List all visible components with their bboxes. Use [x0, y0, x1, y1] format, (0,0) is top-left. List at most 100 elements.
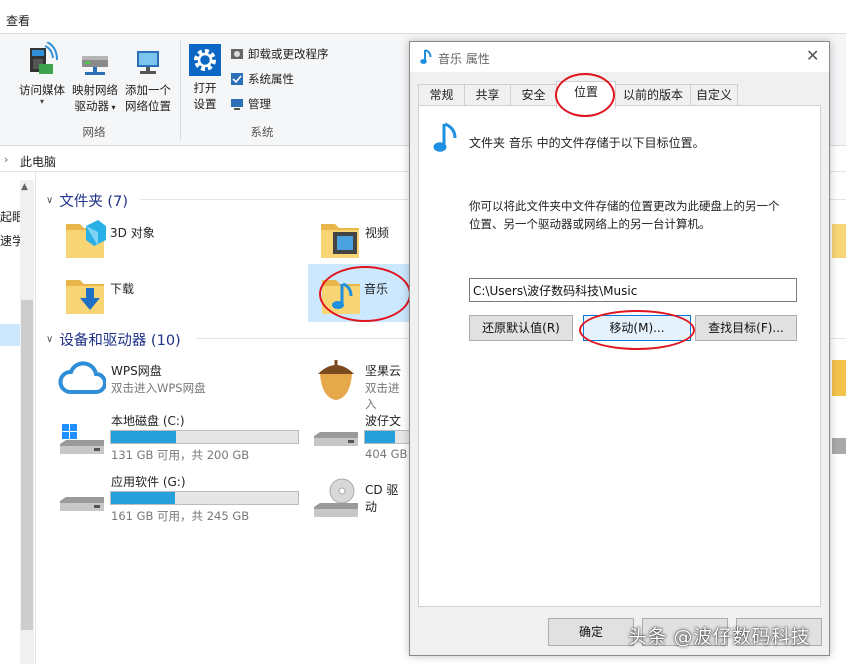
system-properties-label: 系统属性: [248, 72, 294, 86]
dialog-title: 音乐 属性: [438, 52, 490, 66]
system-properties-button[interactable]: 系统属性: [230, 71, 294, 87]
drive-g-usage-bar: [110, 491, 299, 505]
devices-section-header[interactable]: ∨ 设备和驱动器 (10): [46, 329, 181, 350]
ok-button[interactable]: 确定: [548, 618, 634, 646]
music-note-icon: [420, 49, 432, 64]
drive-bozai[interactable]: 波仔文档 404 GB: [310, 410, 424, 464]
network-location-icon: [137, 51, 159, 74]
network-group-label: 网络: [82, 125, 106, 139]
3d-objects-folder-icon: [66, 220, 106, 258]
uninstall-program-button[interactable]: 卸载或更改程序: [230, 46, 329, 62]
hard-drive-icon: [314, 432, 358, 446]
chevron-right-icon: ›: [4, 153, 9, 166]
folder-label: 3D 对象: [110, 226, 155, 240]
folders-section-header[interactable]: ∨ 文件夹 (7): [46, 190, 128, 211]
chevron-down-icon: ▾: [39, 97, 44, 106]
tab-sharing[interactable]: 共享: [464, 84, 511, 107]
tab-security[interactable]: 安全: [510, 84, 557, 107]
map-drive-label-1: 映射网络: [72, 83, 118, 97]
drive-sub: 404 GB: [365, 447, 408, 461]
uninstall-label: 卸载或更改程序: [248, 47, 329, 61]
dialog-titlebar[interactable]: 音乐 属性 ✕: [410, 42, 829, 72]
drive-c-usage-bar: [110, 430, 299, 444]
jianguo-cloud-drive[interactable]: 坚果云 双击进入: [310, 354, 410, 411]
folder-videos[interactable]: 视频: [315, 214, 410, 264]
location-path-input[interactable]: [469, 278, 797, 302]
system-group-label: 系统: [250, 125, 274, 139]
chevron-down-icon: ∨: [46, 334, 54, 345]
network-drive-icon: [82, 56, 108, 75]
nav-selected-highlight: [0, 324, 20, 346]
tab-previous-versions[interactable]: 以前的版本: [615, 84, 691, 107]
open-settings-label-1: 打开: [193, 81, 217, 95]
partial-drive-icon: [832, 438, 846, 454]
drive-label: 本地磁盘 (C:): [111, 414, 185, 428]
close-icon[interactable]: ✕: [806, 46, 819, 65]
drive-c-usage-fill: [111, 431, 176, 443]
tab-customize[interactable]: 自定义: [690, 84, 738, 107]
folder-label: 下载: [110, 282, 135, 296]
folders-section-title: 文件夹 (7): [59, 194, 128, 210]
map-drive-label-2: 驱动器: [74, 99, 109, 113]
add-location-label-2: 网络位置: [125, 99, 171, 113]
drive-c[interactable]: 本地磁盘 (C:) 131 GB 可用，共 200 GB: [56, 410, 306, 464]
drive-g[interactable]: 应用软件 (G:) 161 GB 可用，共 245 GB: [56, 471, 306, 525]
cd-drive[interactable]: CD 驱动: [310, 471, 410, 525]
watermark-text: 头条 @波仔数码科技: [628, 626, 811, 648]
ribbon-tab-bar: 查看: [0, 0, 846, 34]
open-settings-button[interactable]: 打开 设置: [184, 44, 226, 112]
location-tab-panel: 文件夹 音乐 中的文件存储于以下目标位置。 你可以将此文件夹中文件存储的位置更改…: [418, 105, 821, 607]
drive-sub: 131 GB 可用，共 200 GB: [111, 448, 250, 462]
open-settings-label-2: 设置: [193, 97, 217, 111]
manage-button[interactable]: 管理: [230, 96, 271, 112]
annotation-circle-music: [319, 266, 411, 322]
devices-section-title: 设备和驱动器 (10): [59, 333, 181, 349]
ribbon-separator: [180, 40, 181, 140]
drive-bozai-usage-fill: [365, 431, 395, 443]
partial-icon: [832, 360, 846, 396]
music-properties-dialog: 音乐 属性 ✕ 常规 共享 安全 位置 以前的版本 自定义 文件夹 音乐 中的文…: [409, 41, 830, 656]
manage-label: 管理: [248, 97, 271, 111]
folder-3d-objects[interactable]: 3D 对象: [60, 214, 300, 264]
drive-sub: 双击进入: [365, 381, 400, 411]
map-network-drive-button[interactable]: 映射网络 驱动器 ▾: [68, 48, 122, 116]
ribbon-tab-view[interactable]: 查看: [6, 12, 30, 29]
folder-downloads[interactable]: 下载: [60, 270, 300, 320]
drive-sub: 161 GB 可用，共 245 GB: [111, 509, 250, 523]
scrollbar-thumb[interactable]: [21, 300, 33, 630]
annotation-circle-location-tab: [555, 73, 615, 117]
access-media-button[interactable]: 访问媒体 ▾: [14, 41, 70, 106]
drive-label: 坚果云: [365, 364, 402, 378]
location-desc-line2: 位置、另一个驱动器或网络上的另一台计算机。: [469, 217, 711, 231]
location-desc-line1: 你可以将此文件夹中文件存储的位置更改为此硬盘上的另一个: [469, 199, 780, 213]
computer-manage-icon: [231, 99, 243, 110]
add-network-location-button[interactable]: 添加一个 网络位置: [121, 48, 175, 114]
gear-icon: [189, 44, 221, 76]
acorn-icon: [318, 360, 354, 400]
drive-label: 应用软件 (G:): [111, 475, 186, 489]
chevron-down-icon: ▾: [108, 103, 116, 112]
drive-label: CD 驱动: [365, 483, 399, 514]
chevron-down-icon: ∨: [46, 195, 54, 206]
videos-folder-icon: [321, 224, 359, 258]
add-location-label-1: 添加一个: [125, 83, 171, 97]
drive-sub: 双击进入WPS网盘: [111, 381, 206, 395]
folder-label: 视频: [365, 226, 390, 240]
scroll-up-icon[interactable]: ▲: [21, 182, 28, 192]
cd-drive-icon: [314, 478, 358, 517]
restore-default-button[interactable]: 还原默认值(R): [469, 315, 573, 341]
find-target-button[interactable]: 查找目标(F)...: [695, 315, 797, 341]
partial-folder-icon: [832, 224, 846, 258]
downloads-folder-icon: [66, 280, 104, 314]
drive-label: WPS网盘: [111, 364, 162, 378]
uninstall-icon: [231, 49, 243, 59]
music-note-icon: [433, 122, 457, 152]
tab-general[interactable]: 常规: [418, 84, 465, 107]
media-icon: [30, 41, 58, 74]
wps-cloud-drive[interactable]: WPS网盘 双击进入WPS网盘: [56, 356, 306, 402]
address-path: 此电脑: [20, 155, 57, 169]
location-info-text: 文件夹 音乐 中的文件存储于以下目标位置。: [469, 136, 705, 150]
wps-cloud-icon: [58, 361, 106, 394]
access-media-label: 访问媒体: [19, 83, 65, 97]
dialog-tabs: 常规 共享 安全 位置 以前的版本 自定义: [418, 81, 823, 108]
